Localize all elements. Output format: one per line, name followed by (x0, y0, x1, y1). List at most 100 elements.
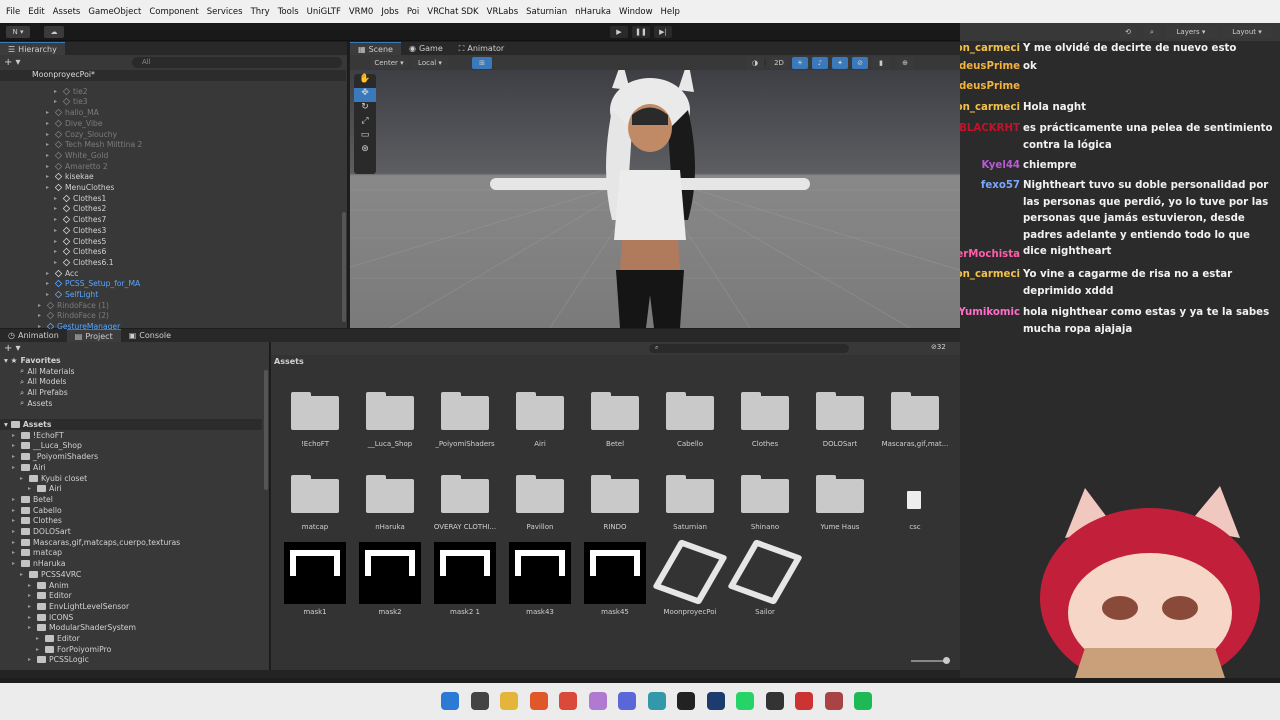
account-button[interactable]: N ▾ (6, 26, 30, 38)
grid-snap-icon[interactable]: ⊞ (472, 57, 492, 69)
expand-arrow-icon[interactable]: ▸ (12, 517, 18, 524)
chat-username[interactable]: BLACKRHT (960, 121, 1020, 138)
layers-dropdown[interactable]: Layers ▾ (1165, 26, 1217, 38)
cloud-button[interactable]: ☁ (44, 26, 64, 38)
expand-arrow-icon[interactable]: ▸ (38, 312, 44, 319)
menu-item-edit[interactable]: Edit (28, 7, 44, 17)
tab-animation[interactable]: ◷ Animation (0, 329, 67, 342)
expand-arrow-icon[interactable]: ▸ (20, 475, 26, 482)
favorite-item[interactable]: ⌕ All Prefabs (20, 387, 68, 398)
tree-item[interactable]: ▸ Editor (28, 591, 72, 602)
app2-icon[interactable] (824, 692, 843, 710)
asset-tile[interactable]: DOLOSart (804, 386, 876, 456)
avatar-model[interactable] (350, 70, 960, 328)
tree-item[interactable]: ▸ Kyubi closet (20, 473, 87, 484)
expand-arrow-icon[interactable]: ▸ (28, 624, 34, 631)
rect-tool-icon[interactable]: ▭ (354, 130, 376, 144)
hierarchy-item[interactable]: ▸ kisekae (46, 172, 94, 183)
expand-arrow-icon[interactable]: ▸ (20, 571, 26, 578)
expand-arrow-icon[interactable]: ▸ (12, 464, 18, 471)
asset-tile[interactable]: matcap (279, 469, 351, 539)
unity-icon[interactable] (677, 692, 695, 710)
asset-tile[interactable]: Pavillon (504, 469, 576, 539)
chat-username[interactable]: Demon_carmeci (960, 100, 1020, 117)
hidden-objects-icon[interactable]: ⊘ (852, 57, 868, 69)
menu-item-services[interactable]: Services (207, 7, 243, 17)
create-icon[interactable]: + ▾ (4, 343, 21, 354)
asset-search-input[interactable]: ⌕ (649, 344, 849, 353)
expand-arrow-icon[interactable]: ▸ (54, 216, 60, 223)
rotate-tool-icon[interactable]: ↻ (354, 102, 376, 116)
scene-root-row[interactable]: MoonproyecPoi* (0, 70, 346, 81)
expand-arrow-icon[interactable]: ▸ (46, 270, 52, 277)
expand-arrow-icon[interactable]: ▸ (54, 195, 60, 202)
tree-item[interactable]: ▸ DOLOSart (12, 526, 71, 537)
expand-arrow-icon[interactable]: ▸ (28, 656, 34, 663)
expand-arrow-icon[interactable]: ▸ (12, 549, 18, 556)
cat-icon[interactable] (588, 692, 607, 710)
expand-arrow-icon[interactable]: ▸ (54, 259, 60, 266)
whatsapp-icon[interactable] (736, 692, 754, 710)
hand-tool-icon[interactable]: ✋ (354, 74, 376, 88)
tree-item[interactable]: ▸ Clothes (12, 516, 62, 527)
expand-arrow-icon[interactable]: ▸ (54, 205, 60, 212)
app-icon[interactable] (795, 692, 813, 710)
hierarchy-item[interactable]: ▸ RindoFace (2) (38, 311, 109, 322)
tree-item[interactable]: ▸ Airi (28, 484, 62, 495)
windows-icon[interactable] (441, 692, 459, 710)
menu-item-gameobject[interactable]: GameObject (88, 7, 141, 17)
step-button[interactable]: ▶| (654, 26, 672, 38)
expand-arrow-icon[interactable]: ▸ (46, 291, 52, 298)
project-tree-scrollbar[interactable] (264, 370, 268, 490)
expand-arrow-icon[interactable]: ▸ (54, 248, 60, 255)
chat-username[interactable]: Yumikomic (960, 305, 1020, 322)
brave-icon[interactable] (529, 692, 548, 710)
menu-item-nharuka[interactable]: nHaruka (575, 7, 611, 17)
chat-username[interactable]: Demon_carmeci (960, 267, 1020, 284)
expand-arrow-icon[interactable]: ▸ (46, 184, 52, 191)
hierarchy-item[interactable]: ▸ Clothes3 (54, 225, 106, 236)
hierarchy-item[interactable]: ▸ Clothes7 (54, 214, 106, 225)
asset-tile[interactable]: csc (879, 469, 951, 539)
tree-item[interactable]: ▸ Airi (12, 462, 46, 473)
asset-tile[interactable]: !EchoFT (279, 386, 351, 456)
tree-item[interactable]: ▸ EnvLightLevelSensor (28, 601, 129, 612)
favorite-item[interactable]: ⌕ All Materials (20, 366, 75, 377)
expand-arrow-icon[interactable]: ▸ (46, 163, 52, 170)
tree-item[interactable]: ▸ Anim (28, 580, 69, 591)
chat-username[interactable]: fexo57 (981, 178, 1020, 195)
menu-item-window[interactable]: Window (619, 7, 653, 17)
menu-item-assets[interactable]: Assets (53, 7, 81, 17)
hierarchy-search-input[interactable]: All (132, 57, 342, 68)
hierarchy-item[interactable]: ▸ Dive_Vibe (46, 118, 103, 129)
expand-arrow-icon[interactable]: ▸ (36, 646, 42, 653)
hierarchy-item[interactable]: ▸ White_Gold (46, 150, 108, 161)
unity-hub-icon[interactable] (765, 692, 784, 710)
expand-arrow-icon[interactable]: ▸ (28, 614, 34, 621)
space-dropdown[interactable]: Local ▾ (412, 57, 448, 69)
menu-item-component[interactable]: Component (149, 7, 198, 17)
hierarchy-item[interactable]: ▸ Clothes6 (54, 247, 106, 258)
hierarchy-item[interactable]: ▸ Clothes1 (54, 193, 106, 204)
chrome-icon[interactable] (559, 692, 577, 710)
hierarchy-scrollbar[interactable] (342, 212, 346, 322)
expand-arrow-icon[interactable]: ▸ (36, 635, 42, 642)
tree-item[interactable]: ▸ matcap (12, 548, 62, 559)
hierarchy-item[interactable]: ▸ Cozy_Slouchy (46, 129, 117, 140)
gizmos-icon[interactable]: ⊕ (896, 57, 914, 69)
hierarchy-item[interactable]: ▸ tie2 (54, 86, 88, 97)
chat-username[interactable]: asmodeusPrime (960, 59, 1020, 76)
tree-item[interactable]: ▸ Cabello (12, 505, 62, 516)
expand-arrow-icon[interactable]: ▸ (46, 120, 52, 127)
asset-tile[interactable]: Saturnian (654, 469, 726, 539)
pause-button[interactable]: ❚❚ (632, 26, 650, 38)
expand-arrow-icon[interactable]: ▸ (46, 141, 52, 148)
asset-tile[interactable]: nHaruka (354, 469, 426, 539)
expand-arrow-icon[interactable]: ▸ (46, 152, 52, 159)
asset-tile[interactable]: mask2 (359, 542, 431, 622)
expand-arrow-icon[interactable]: ▸ (54, 88, 60, 95)
menu-item-help[interactable]: Help (661, 7, 680, 17)
asset-tile[interactable]: mask43 (509, 542, 581, 622)
add-icon[interactable]: + ▾ (4, 57, 21, 68)
hierarchy-item[interactable]: ▸ Tech Mesh Milttina 2 (46, 140, 142, 151)
